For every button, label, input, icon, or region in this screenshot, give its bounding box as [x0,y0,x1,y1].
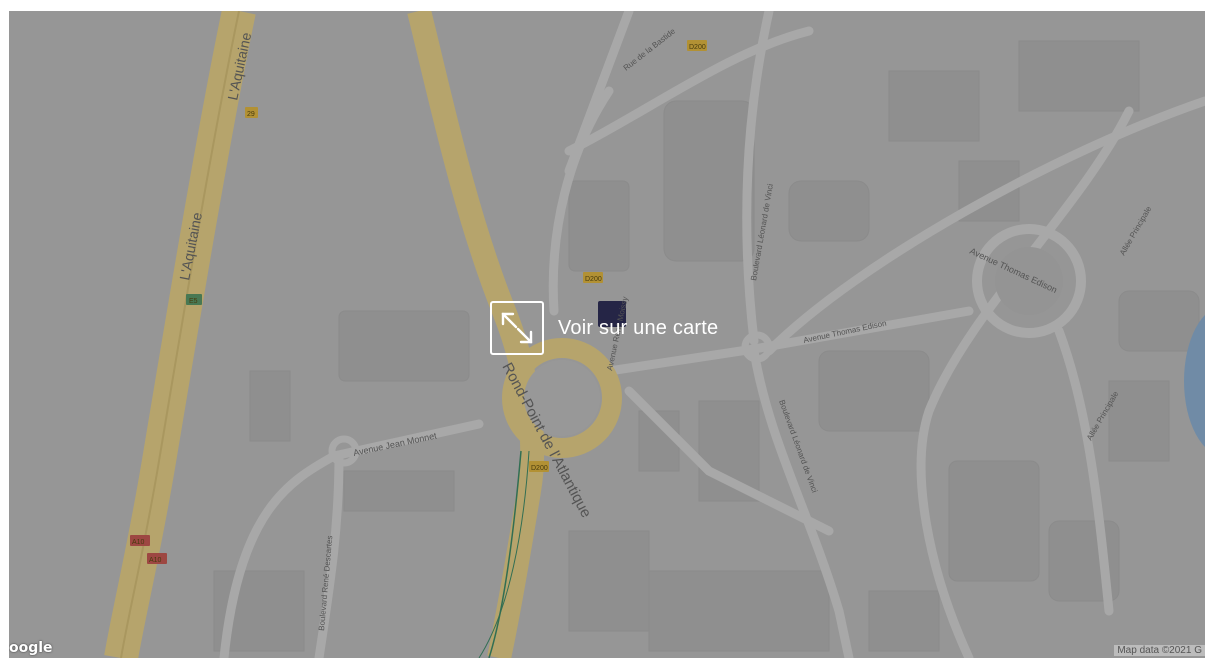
shield-d200-bottom: D200 [529,461,549,472]
shield-a10-1: A10 [130,535,150,546]
map-attribution[interactable]: Map data ©2021 G [1114,645,1205,656]
expand-icon [490,301,544,355]
shield-29: 29 [245,107,258,118]
svg-text:29: 29 [247,111,255,118]
map-frame[interactable]: L'Aquitaine L'Aquitaine Rue de la Bastid… [9,11,1205,658]
shield-d200-top: D200 [687,40,707,51]
svg-text:D200: D200 [531,465,548,472]
shield-e5: E5 [186,294,202,305]
svg-text:A10: A10 [132,539,145,546]
svg-text:D200: D200 [585,276,602,283]
shield-d200-mid: D200 [583,272,603,283]
svg-text:E5: E5 [189,298,198,305]
shield-a10-2: A10 [147,553,167,564]
svg-text:D200: D200 [689,44,706,51]
view-on-map-button[interactable]: Voir sur une carte [490,301,718,355]
svg-text:A10: A10 [149,557,162,564]
view-on-map-label: Voir sur une carte [558,316,719,339]
google-logo[interactable]: oogle [9,640,53,656]
